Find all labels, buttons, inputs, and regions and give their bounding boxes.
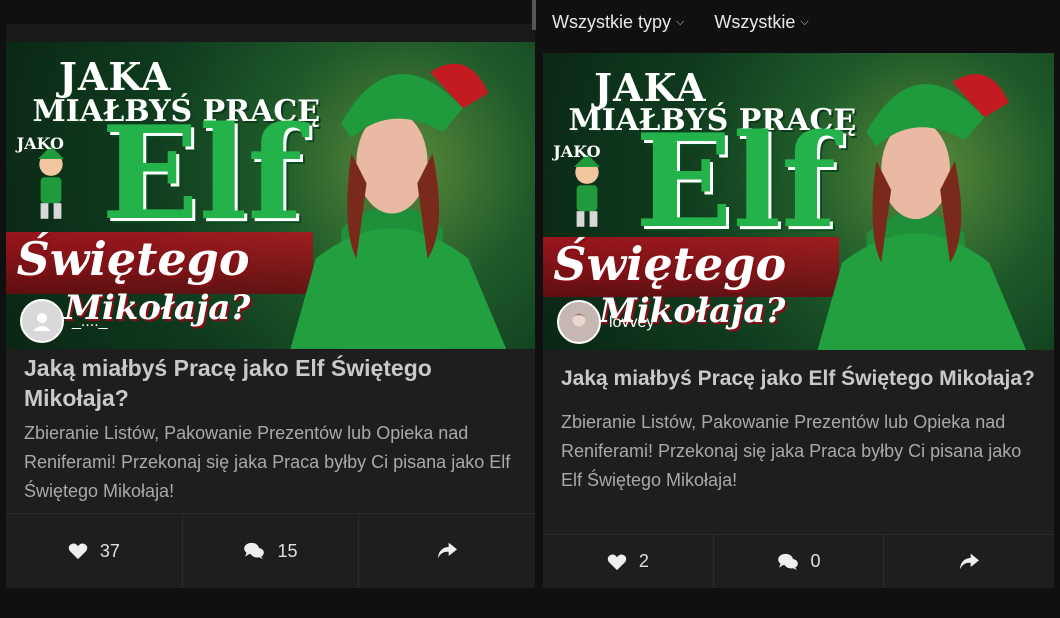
elf-cartoon-illustration [37,146,64,220]
share-icon [960,553,980,569]
author-avatar[interactable] [557,300,601,344]
all-filter-dropdown[interactable]: Wszystkie ⌵ [714,12,808,33]
share-button[interactable] [884,535,1054,588]
user-placeholder-icon [33,313,51,331]
like-count: 2 [638,551,649,571]
card-actions: 2 0 [543,534,1054,588]
comment-count: 0 [810,551,821,571]
chevron-down-icon: ⌵ [800,16,809,28]
chevron-down-icon: ⌵ [676,16,685,28]
author-username[interactable]: lovvey [609,314,654,332]
quiz-title[interactable]: Jaką miałbyś Pracę jako Elf Świętego Mik… [543,350,1054,394]
thumbnail-text-line: JAKO [16,134,64,154]
scrollbar-thumb[interactable] [532,0,536,30]
type-filter-label: Wszystkie typy [552,12,672,32]
comment-button[interactable]: 15 [183,514,360,588]
quiz-thumbnail[interactable]: JAKA MIAŁBYŚ PRACĘ JAKO Elf Świętego Mik… [543,53,1054,350]
left-column-header-bar [6,24,535,42]
user-photo-icon [572,313,586,327]
thumbnail-text-elf: Elf [634,107,837,258]
author-username[interactable]: _...._ [72,313,108,331]
card-actions: 37 15 [6,513,535,588]
comment-button[interactable]: 0 [714,535,885,588]
elf-cartoon-illustration [574,153,601,227]
thumbnail-text-line: JAKA [58,54,172,100]
quiz-card: JAKA MIAŁBYŚ PRACĘ JAKO Elf Świętego Mik… [543,53,1054,588]
heart-icon [68,543,88,560]
thumbnail-text-elf: Elf [101,98,303,249]
quiz-thumbnail[interactable]: JAKA MIAŁBYŚ PRACĘ JAKO Elf Świętego Mik… [6,42,535,349]
like-count: 37 [99,540,120,561]
comment-count: 15 [277,540,298,561]
quiz-description: Zbieranie Listów, Pakowanie Prezentów lu… [24,423,511,501]
filter-bar: Wszystkie typy ⌵ Wszystkie ⌵ [552,12,809,33]
quiz-title[interactable]: Jaką miałbyś Pracę jako Elf Świętego Mik… [6,349,535,413]
comments-icon [244,542,265,560]
comments-icon [777,553,798,570]
type-filter-dropdown[interactable]: Wszystkie typy ⌵ [552,12,684,33]
thumbnail-text-line: JAKO [553,142,601,162]
quiz-card: JAKA MIAŁBYŚ PRACĘ JAKO Elf Świętego Mik… [6,42,535,588]
thumbnail-text-line: Świętego [16,232,250,287]
like-button[interactable]: 2 [543,535,714,588]
thumbnail-text-line: Świętego [553,237,787,292]
all-filter-label: Wszystkie [714,12,796,32]
heart-icon [607,554,627,570]
share-icon [438,542,458,559]
share-button[interactable] [359,514,535,588]
author-avatar[interactable] [20,299,64,343]
like-button[interactable]: 37 [6,514,183,588]
quiz-description: Zbieranie Listów, Pakowanie Prezentów lu… [561,412,1022,490]
